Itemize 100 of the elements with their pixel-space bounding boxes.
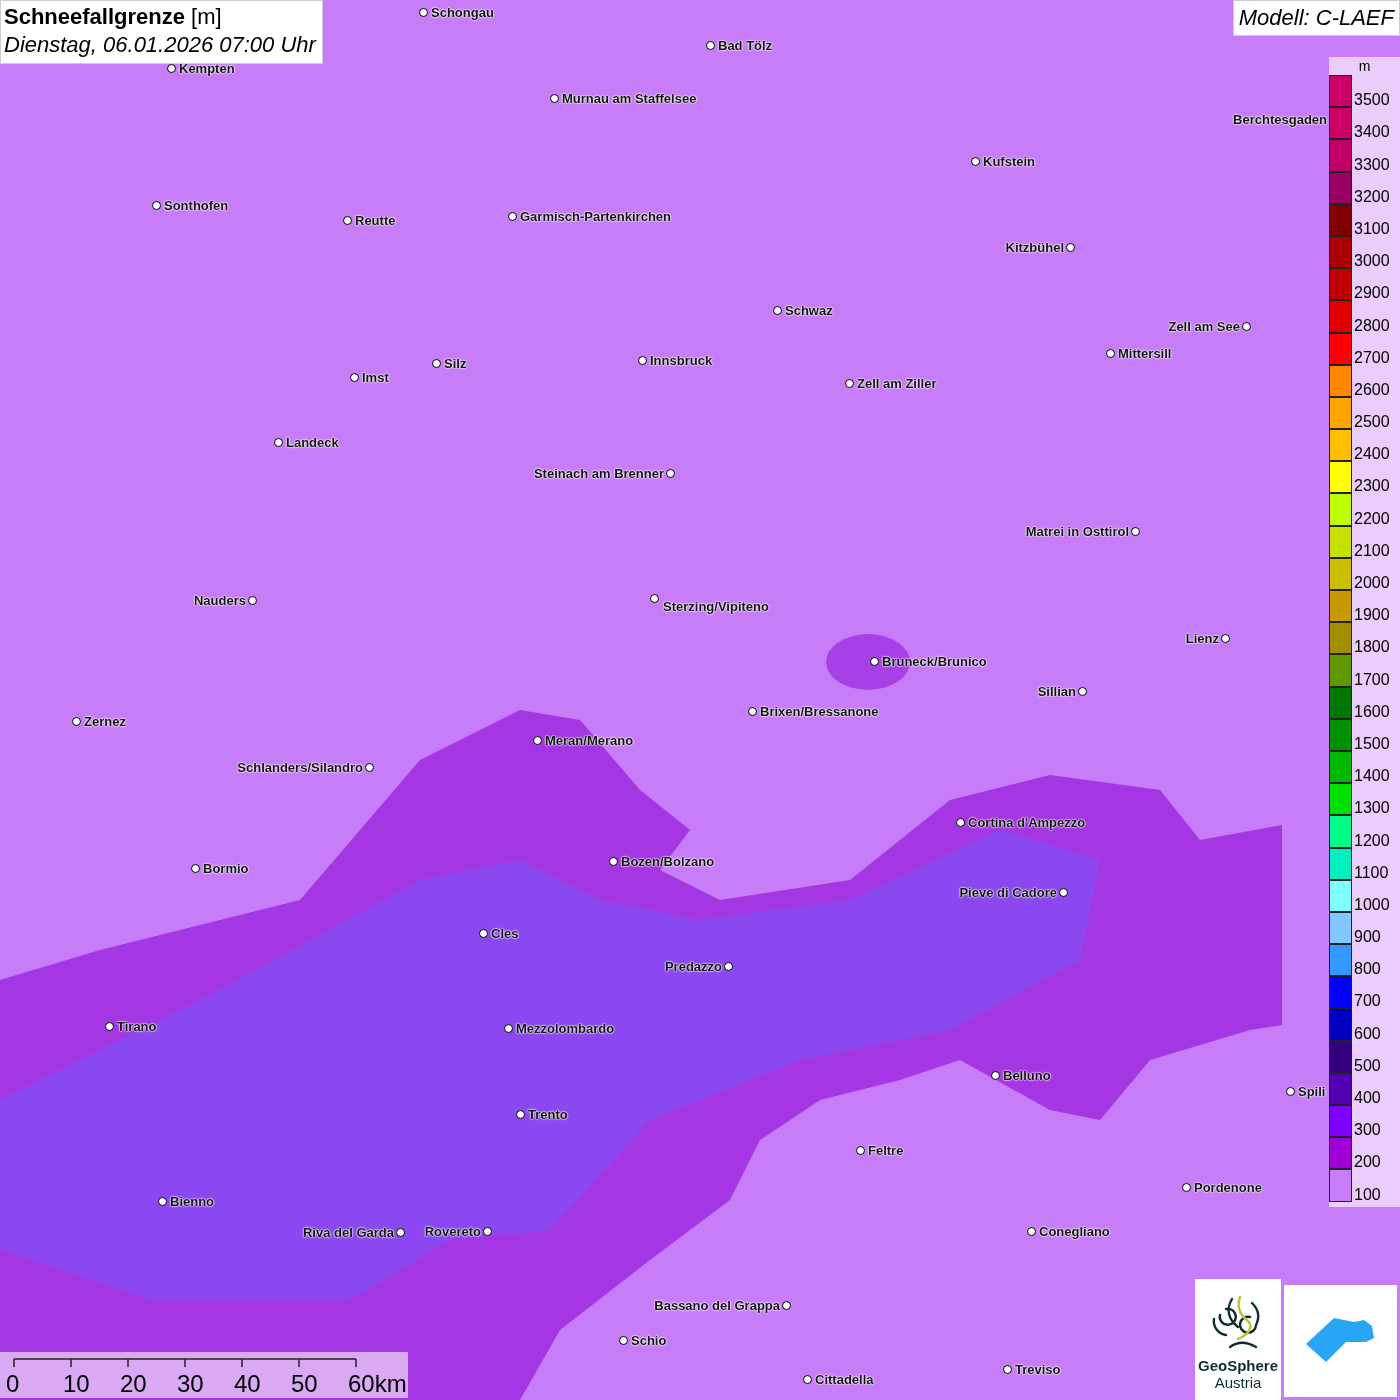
scale-label: 60km	[348, 1370, 407, 1398]
date-label: Dienstag, 06.01.2026 07:00 Uhr	[4, 31, 316, 59]
legend-label: 2300	[1354, 478, 1390, 495]
city-label: Kitzbühel	[1005, 240, 1064, 256]
city-label: Schwaz	[785, 303, 833, 319]
city-label: Zernez	[84, 714, 126, 730]
city-label: Bormio	[203, 861, 249, 877]
city-marker	[483, 1227, 492, 1236]
legend-label: 3000	[1354, 253, 1390, 270]
legend-label: 700	[1354, 993, 1381, 1010]
city-marker	[870, 657, 879, 666]
city-label: Imst	[362, 370, 389, 386]
city-marker	[508, 212, 517, 221]
legend-label: 2500	[1354, 414, 1390, 431]
city-marker	[619, 1336, 628, 1345]
city-label: Matrei in Osttirol	[1025, 524, 1129, 540]
city-marker	[1003, 1365, 1012, 1374]
city-label: Spili	[1298, 1084, 1326, 1100]
city-marker	[152, 201, 161, 210]
city-marker	[274, 438, 283, 447]
city-marker	[1131, 527, 1140, 536]
city-label: Bad Tölz	[718, 38, 773, 54]
city-marker	[396, 1228, 405, 1237]
legend-label: 200	[1354, 1154, 1381, 1171]
legend-label: 3300	[1354, 156, 1390, 173]
legend-label: 1900	[1354, 607, 1390, 624]
city-label: Rovereto	[424, 1224, 481, 1240]
city-label: Bassano del Grappa	[654, 1298, 780, 1314]
city-label: Schlanders/Silandro	[237, 760, 363, 776]
legend-label: 2200	[1354, 510, 1390, 527]
city-label: Murnau am Staffelsee	[562, 91, 697, 107]
city-label: Sterzing/Vipiteno	[663, 599, 769, 615]
city-marker	[856, 1146, 865, 1155]
city-label: Steinach am Brenner	[533, 466, 664, 482]
city-label: Bruneck/Brunico	[882, 654, 987, 670]
city-label: Bozen/Bolzano	[621, 854, 715, 870]
city-marker	[782, 1301, 791, 1310]
legend-label: 1700	[1354, 671, 1390, 688]
legend-label: 2000	[1354, 575, 1390, 591]
city-marker	[845, 379, 854, 388]
city-label: Conegliano	[1039, 1224, 1110, 1240]
unit-label: [m]	[191, 4, 222, 29]
city-label: Trento	[528, 1107, 568, 1123]
legend-label: 1600	[1354, 703, 1390, 720]
city-marker	[1106, 349, 1115, 358]
legend-label: 100	[1354, 1186, 1381, 1203]
city-marker	[956, 818, 965, 827]
city-label: Silz	[444, 356, 467, 372]
city-marker	[971, 157, 980, 166]
city-marker	[724, 962, 733, 971]
city-label: Zell am See	[1168, 319, 1240, 335]
legend-label: 3500	[1354, 92, 1390, 109]
legend-unit: m	[1357, 57, 1372, 75]
legend-label: 800	[1354, 961, 1381, 978]
city-marker	[248, 596, 257, 605]
city-marker	[773, 306, 782, 315]
city-label: Cles	[491, 926, 519, 942]
scale-label: 0	[6, 1370, 20, 1398]
legend-label: 300	[1354, 1122, 1381, 1139]
city-marker	[748, 707, 757, 716]
legend-label: 1800	[1354, 639, 1390, 656]
city-marker	[638, 356, 647, 365]
city-marker	[550, 94, 559, 103]
legend-label: 1200	[1354, 832, 1390, 849]
city-label: Pieve di Cadore	[959, 885, 1057, 901]
logo-subtext: Austria	[1214, 1374, 1262, 1391]
legend-label: 2800	[1354, 317, 1390, 334]
scale-label: 50	[291, 1370, 318, 1398]
scale-label: 10	[63, 1370, 90, 1398]
city-label: Meran/Merano	[545, 733, 634, 749]
scale-label: 30	[177, 1370, 204, 1398]
city-label: Berchtesgaden	[1233, 112, 1327, 128]
city-marker	[105, 1022, 114, 1031]
city-label: Kempten	[179, 61, 235, 77]
city-label: Tirano	[117, 1019, 157, 1035]
legend-label: 1500	[1354, 735, 1390, 752]
scale-label: 20	[120, 1370, 147, 1398]
city-label: Brixen/Bressanone	[760, 704, 879, 720]
legend-label: 1000	[1354, 896, 1390, 913]
city-marker	[609, 857, 618, 866]
legend-label: 400	[1354, 1090, 1381, 1106]
city-label: Mittersill	[1118, 346, 1172, 362]
city-label: Cortina d'Ampezzo	[968, 815, 1086, 831]
city-marker	[158, 1197, 167, 1206]
city-label: Reutte	[355, 213, 396, 229]
city-label: Predazzo	[664, 959, 722, 975]
city-marker	[1027, 1227, 1036, 1236]
legend-label: 2700	[1354, 349, 1390, 366]
city-marker	[1078, 687, 1087, 696]
city-label: Zell am Ziller	[857, 376, 937, 392]
city-label: Feltre	[868, 1143, 904, 1159]
logo-text: GeoSphere	[1198, 1357, 1278, 1374]
city-marker	[1066, 243, 1075, 252]
city-marker	[666, 469, 675, 478]
city-label: Schio	[631, 1333, 667, 1349]
city-label: Sillian	[1037, 684, 1076, 700]
city-marker	[504, 1024, 513, 1033]
city-marker	[1182, 1183, 1191, 1192]
city-label: Mezzolombardo	[516, 1021, 615, 1037]
city-label: Kufstein	[983, 154, 1035, 170]
